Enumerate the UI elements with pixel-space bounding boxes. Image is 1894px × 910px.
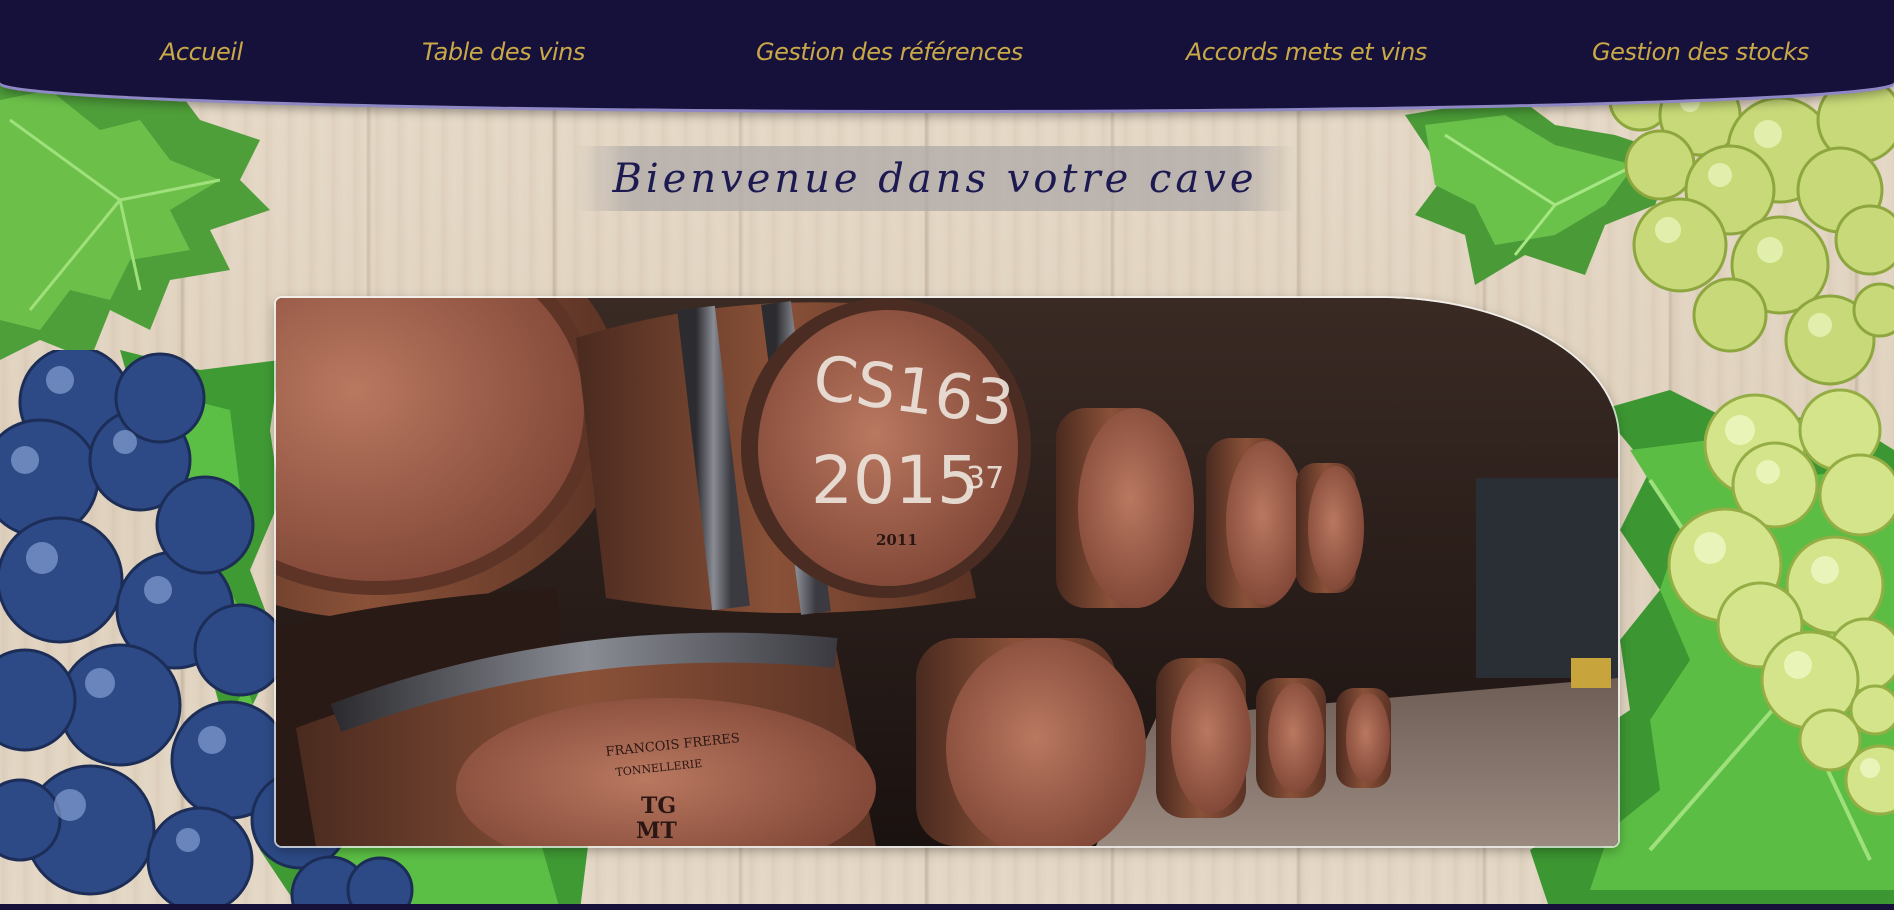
nav-link-accueil[interactable]: Accueil	[160, 38, 243, 66]
nav-link-table-des-vins[interactable]: Table des vins	[422, 38, 585, 66]
barrel-stamp: 2011	[876, 531, 918, 549]
barrel-chalk-mark: 2015	[811, 442, 979, 519]
barrel-stamp: TG	[641, 793, 676, 819]
vine-leaf-decoration	[0, 60, 270, 360]
nav-link-gestion-stocks[interactable]: Gestion des stocks	[1592, 38, 1809, 66]
wine-cellar-barrels-image: CS163 2015 37 2011 FRANCOIS FRERES TONNE…	[276, 298, 1618, 846]
nav-link-accords-mets-vins[interactable]: Accords mets et vins	[1186, 38, 1427, 66]
barrel-chalk-mark: 37	[966, 461, 1004, 496]
welcome-banner: Bienvenue dans votre cave	[575, 146, 1295, 211]
nav-link-gestion-references[interactable]: Gestion des références	[756, 38, 1023, 66]
bottom-border	[0, 904, 1894, 910]
top-navigation: Accueil Table des vins Gestion des référ…	[0, 0, 1894, 110]
green-grapes-decoration-right	[1667, 388, 1894, 816]
green-grapes-decoration-top	[1608, 70, 1894, 386]
page-title: Bienvenue dans votre cave	[612, 156, 1258, 202]
barrel-stamp: MT	[636, 818, 677, 844]
